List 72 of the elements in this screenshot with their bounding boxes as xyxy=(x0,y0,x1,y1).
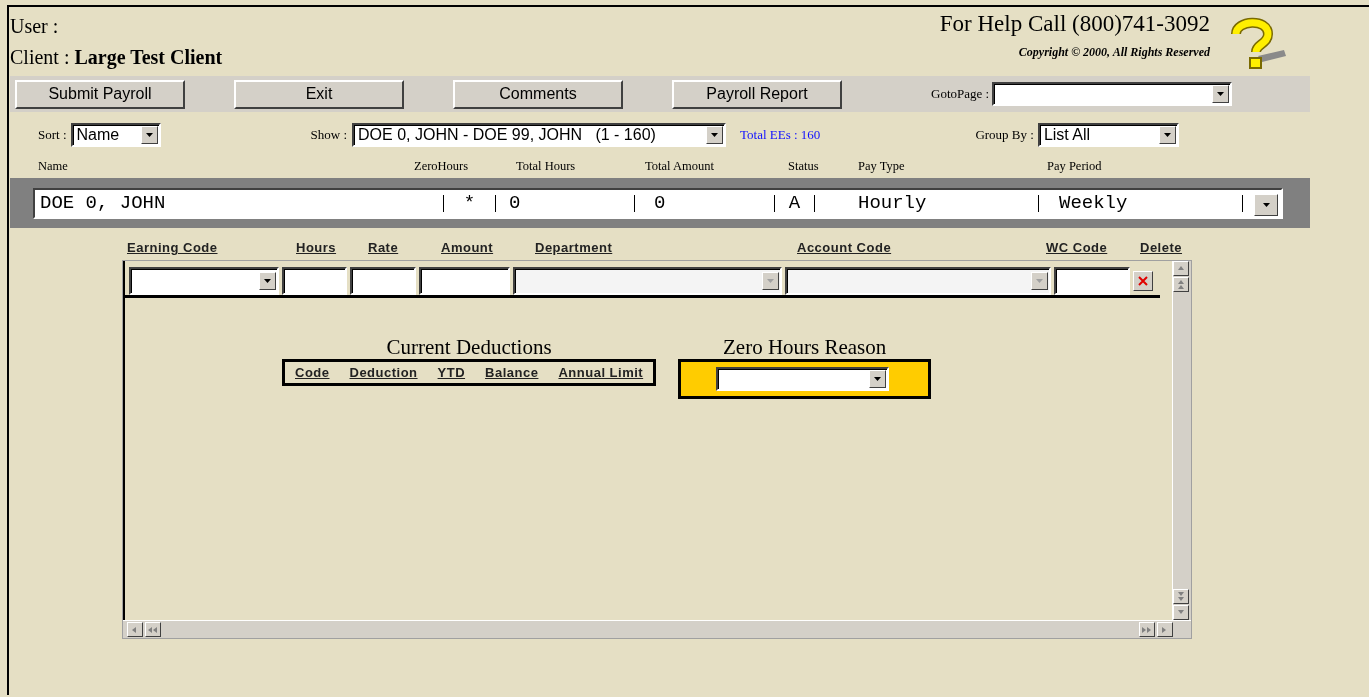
column-header[interactable]: Delete xyxy=(1140,240,1183,255)
toolbar-button[interactable]: Payroll Report xyxy=(672,79,842,109)
deductions-title: Current Deductions xyxy=(386,335,552,359)
caret-icon xyxy=(767,278,774,283)
client-name: Large Test Client xyxy=(74,45,223,71)
column-header[interactable]: Code xyxy=(295,365,330,380)
scroll-up-button[interactable] xyxy=(1173,261,1189,276)
column-header[interactable]: Deduction xyxy=(349,365,418,380)
column-header[interactable]: Rate xyxy=(368,240,399,255)
input-field[interactable] xyxy=(282,266,347,295)
vertical-scrollbar[interactable] xyxy=(1172,261,1191,620)
user-label: User : xyxy=(10,14,60,39)
arrow-icon xyxy=(1177,590,1185,603)
arrow-icon xyxy=(147,625,159,634)
arrow-icon xyxy=(131,625,139,634)
scroll-right-button[interactable] xyxy=(1157,622,1173,637)
caret-icon xyxy=(1163,133,1171,137)
copyright-text: Copyright © 2000, All Rights Reserved xyxy=(1018,45,1210,60)
show-label: Show : xyxy=(310,127,348,143)
goto-page-dropdown[interactable] xyxy=(992,82,1233,106)
sort-label: Sort : xyxy=(38,127,67,143)
zero-hours-reason-dropdown[interactable] xyxy=(716,367,890,391)
caret-icon xyxy=(264,278,271,283)
show-dropdown[interactable]: DOE 0, JOHN - DOE 99, JOHN (1 - 160) xyxy=(352,123,727,147)
column-header[interactable]: Balance xyxy=(485,365,539,380)
toolbar-button[interactable]: Exit xyxy=(234,79,404,109)
goto-page-label: GotoPage : xyxy=(931,86,990,102)
column-header[interactable]: Earning Code xyxy=(127,240,218,255)
page-right-button[interactable] xyxy=(1139,622,1155,637)
group-by-label: Group By : xyxy=(975,127,1034,143)
page-up-button[interactable] xyxy=(1173,277,1189,292)
column-header: Pay Type xyxy=(858,159,905,173)
column-header: Pay Period xyxy=(1047,159,1102,173)
arrow-icon xyxy=(1177,278,1185,291)
caret-icon xyxy=(1036,278,1043,283)
arrow-icon xyxy=(1177,264,1185,273)
caret-icon xyxy=(145,133,153,137)
scroll-left-button[interactable] xyxy=(127,622,143,637)
zero-hours-reason-title: Zero Hours Reason xyxy=(723,335,887,359)
page-down-button[interactable] xyxy=(1173,589,1189,604)
x-icon xyxy=(1138,275,1148,286)
column-header[interactable]: WC Code xyxy=(1046,240,1108,255)
column-header: Total Hours xyxy=(516,159,576,173)
column-header: Name xyxy=(38,159,68,173)
column-header[interactable]: YTD xyxy=(437,365,466,380)
delete-button[interactable] xyxy=(1133,270,1153,291)
input-field[interactable] xyxy=(419,266,510,295)
toolbar-button[interactable]: Submit Payroll xyxy=(15,79,185,109)
page-left-button[interactable] xyxy=(145,622,161,637)
horizontal-scrollbar[interactable] xyxy=(123,620,1191,638)
client-label: Client : xyxy=(10,45,70,70)
group-by-dropdown[interactable]: List All xyxy=(1037,123,1179,147)
help-phone-text: For Help Call (800)741-3092 xyxy=(939,11,1210,37)
column-header[interactable]: Annual Limit xyxy=(558,365,644,380)
column-header[interactable]: Hours xyxy=(296,240,337,255)
column-header[interactable]: Amount xyxy=(441,240,494,255)
scroll-down-button[interactable] xyxy=(1173,605,1189,620)
total-ees-text: Total EEs : 160 xyxy=(740,127,821,143)
caret-icon xyxy=(874,377,882,381)
arrow-icon xyxy=(1141,625,1153,634)
caret-icon xyxy=(711,133,719,137)
toolbar-button[interactable]: Comments xyxy=(453,79,623,109)
dropdown-field[interactable] xyxy=(129,266,279,295)
input-field[interactable] xyxy=(350,266,416,295)
caret-icon xyxy=(1262,202,1270,207)
employee-dropdown[interactable]: DOE 0, JOHN * 0 0 A Hourly Weekly xyxy=(33,187,1283,219)
caret-icon xyxy=(1217,92,1225,96)
column-header: Total Amount xyxy=(645,159,714,173)
sort-dropdown[interactable]: Name xyxy=(70,123,161,147)
column-header: ZeroHours xyxy=(414,159,469,173)
input-field[interactable] xyxy=(1054,266,1130,295)
column-header: Status xyxy=(788,159,819,173)
